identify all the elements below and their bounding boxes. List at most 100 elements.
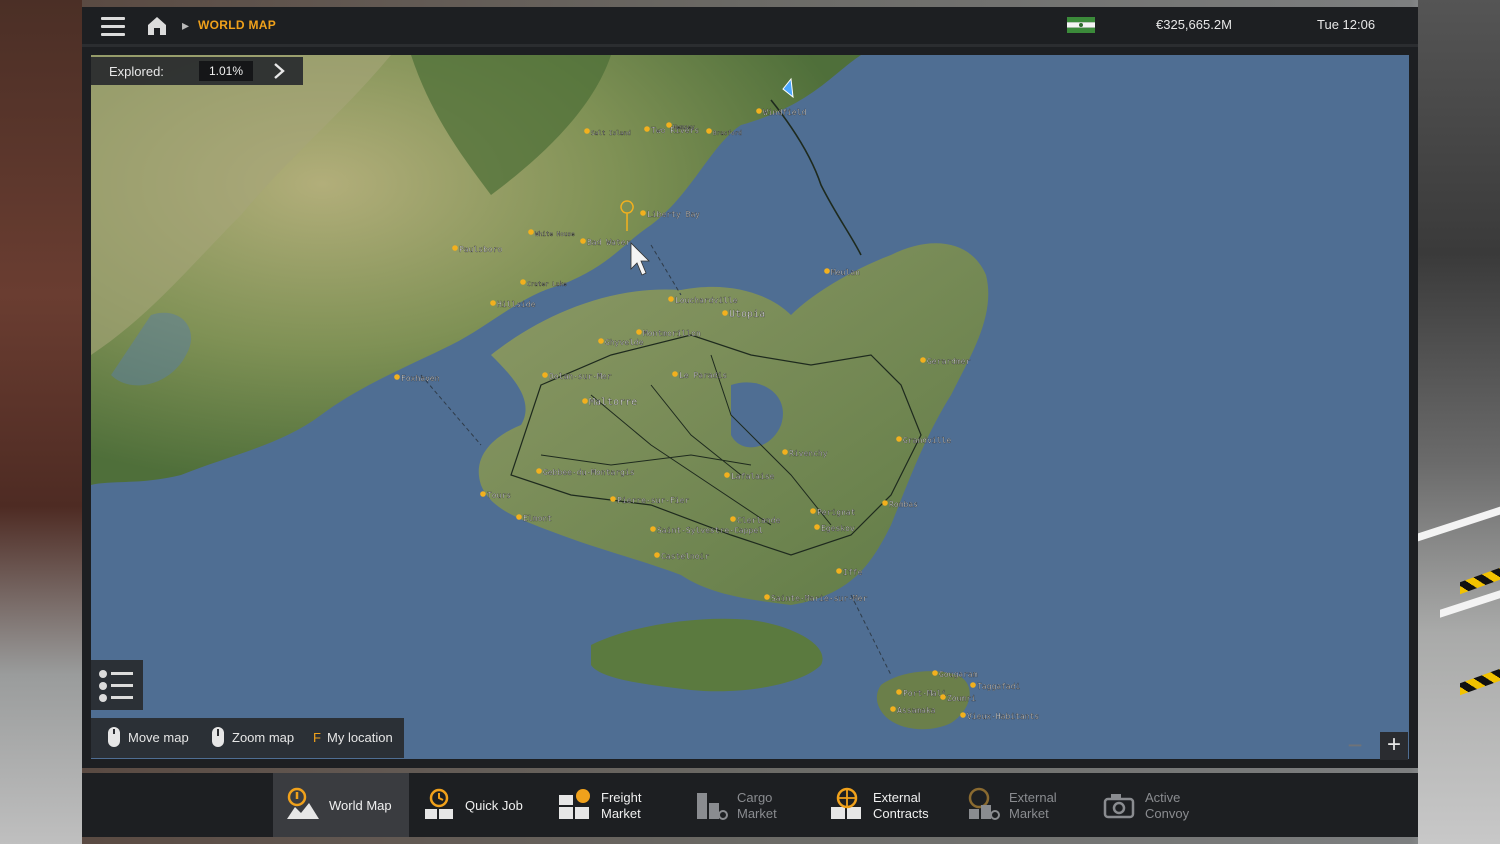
garage-background-right (1418, 0, 1500, 844)
chevron-right-icon[interactable] (271, 61, 287, 81)
city-label: Grandville (903, 436, 951, 445)
city-marker[interactable]: Paulsboro (452, 245, 503, 254)
city-label: Lafalaise (731, 472, 775, 481)
city-dot (960, 712, 966, 718)
city-marker[interactable]: Foxhaven (394, 374, 440, 383)
mouse-scroll-icon (212, 727, 224, 747)
city-marker[interactable]: Tours (480, 491, 511, 500)
city-marker[interactable]: Port-Mali (896, 689, 947, 698)
hamburger-menu-icon[interactable] (101, 17, 125, 36)
home-icon[interactable] (146, 15, 168, 37)
city-label: Meulan (831, 268, 860, 277)
tab-external-contracts-label: External Contracts (873, 790, 929, 821)
city-marker[interactable]: Windfield (756, 108, 807, 117)
move-map-hint: Move map (128, 730, 189, 745)
city-label: Taggafadi (977, 682, 1021, 691)
hotkey-f: F (313, 730, 321, 745)
country-flag-icon (1067, 17, 1095, 33)
tab-world-map-label: World Map (329, 798, 392, 813)
city-label: Hillside (497, 300, 536, 309)
city-label: Rivenchy (789, 449, 828, 458)
city-dot (764, 594, 770, 600)
city-label: White House (535, 231, 575, 238)
city-marker[interactable]: Gebbee-du-Montargis (536, 468, 635, 477)
city-dot (636, 329, 642, 335)
zoom-out-button[interactable]: − (1342, 732, 1368, 759)
city-dot (722, 310, 728, 316)
city-label: Windfield (763, 108, 807, 117)
city-label: Rombas (889, 500, 918, 509)
city-label: Pierre-sur-Fier (617, 496, 689, 505)
city-marker[interactable]: Gerardmer (920, 357, 971, 366)
city-marker[interactable]: Dolan-sur-Mer (542, 372, 612, 381)
city-label: Assamaka (897, 706, 936, 715)
world-map-canvas[interactable]: Windfield Two Rivers Liberty Bay Bad Water P… (91, 55, 1409, 759)
my-location-hint[interactable]: My location (327, 730, 393, 745)
city-marker[interactable]: Saint-Sylvestre-Cappel (650, 526, 763, 535)
city-marker[interactable]: Ghyvelde (598, 338, 644, 347)
city-marker[interactable]: Castelnoir (654, 552, 709, 561)
city-marker[interactable]: Pierre-sur-Fier (610, 496, 690, 505)
map-terrain: WindfieldTwo RiversLiberty BayBad WaterP… (91, 55, 1040, 730)
city-label: Gougaram (939, 670, 978, 679)
city-marker[interactable]: Rivenchy (782, 449, 828, 458)
city-marker[interactable]: Maltorre (582, 397, 637, 408)
city-marker[interactable]: White House (528, 229, 575, 238)
city-label: Clerlande (737, 516, 781, 525)
city-dot (814, 524, 820, 530)
city-label: Brasford (713, 130, 742, 137)
city-dot (598, 338, 604, 344)
city-marker[interactable]: Clerlande (730, 516, 781, 525)
city-dot (452, 245, 458, 251)
city-marker[interactable]: Lafalaise (724, 472, 775, 481)
city-marker[interactable]: Gougaram (932, 670, 978, 679)
city-dot (970, 682, 976, 688)
city-marker[interactable]: Liberty Bay (640, 210, 700, 219)
city-marker[interactable]: Louchardville (668, 296, 738, 305)
city-marker[interactable]: Egeskov (814, 524, 855, 533)
tab-active-convoy[interactable]: Active Convoy (1089, 773, 1225, 837)
city-dot (782, 449, 788, 455)
city-marker[interactable]: Le Paradis (672, 371, 727, 380)
tab-external-contracts[interactable]: External Contracts (817, 773, 953, 837)
city-dot (644, 126, 650, 132)
cargo-market-icon (697, 793, 728, 820)
tab-cargo-market[interactable]: Cargo Market (681, 773, 817, 837)
city-label: Castelnoir (661, 552, 709, 561)
city-marker[interactable]: Vieux-Habitants (960, 712, 1040, 721)
map-legend-button[interactable] (91, 660, 143, 710)
city-marker[interactable]: Crater Lake (520, 279, 567, 288)
tab-freight-market[interactable]: Freight Market (545, 773, 681, 837)
tab-world-map[interactable]: World Map (273, 773, 409, 837)
city-marker[interactable]: Bad Water (580, 238, 631, 247)
city-dot (810, 508, 816, 514)
city-label: Maltorre (589, 397, 637, 408)
city-marker[interactable]: Meulan (824, 268, 860, 277)
city-dot (724, 472, 730, 478)
city-marker[interactable]: Taggafadi (970, 682, 1021, 691)
tab-quick-job[interactable]: Quick Job (409, 773, 545, 837)
city-label: Egeskov (821, 524, 855, 533)
city-dot (650, 526, 656, 532)
city-dot (920, 357, 926, 363)
external-contracts-icon (831, 787, 861, 819)
city-marker[interactable]: Salt Island (584, 128, 631, 137)
city-label: Ghyvelde (605, 338, 644, 347)
city-marker[interactable]: Montmorillon (636, 329, 701, 338)
city-dot (824, 268, 830, 274)
city-label: Tours (487, 491, 511, 500)
city-marker[interactable]: Sainte-Marie-sur-Mer (764, 594, 868, 603)
breadcrumb[interactable]: WORLD MAP (198, 18, 276, 32)
city-marker[interactable]: Utopia (722, 309, 765, 320)
explored-panel: Explored: 1.01% (91, 57, 303, 85)
tab-external-market[interactable]: External Market (953, 773, 1089, 837)
city-label: Saint-Sylvestre-Cappel (657, 526, 763, 535)
city-marker[interactable]: Assamaka (890, 706, 936, 715)
tab-cargo-market-label: Cargo Market (737, 790, 777, 821)
city-marker[interactable]: Hillside (490, 300, 536, 309)
city-marker[interactable]: Perignat (810, 508, 856, 517)
city-label: Zoumri (947, 694, 976, 703)
city-label: Gerardmer (927, 357, 971, 366)
zoom-in-button[interactable]: + (1380, 732, 1408, 760)
city-marker[interactable]: Grandville (896, 436, 951, 445)
